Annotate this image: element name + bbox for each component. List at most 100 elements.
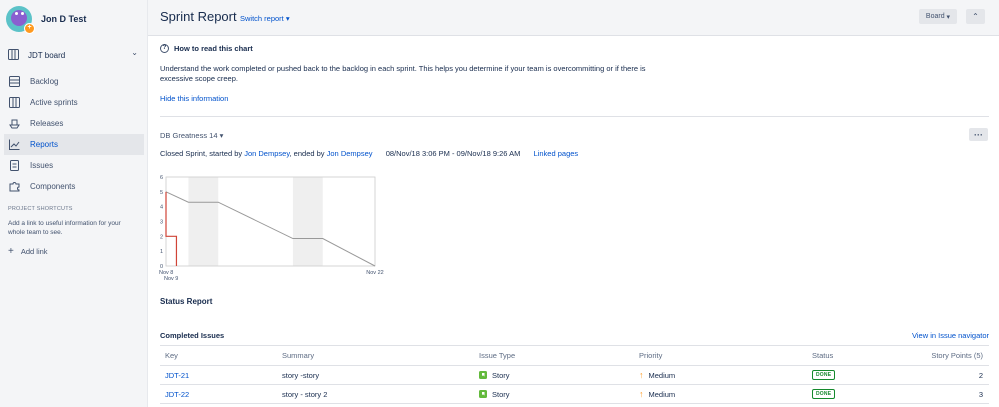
sidebar-item-label: Components (30, 182, 76, 191)
page-header: Sprint Report Switch report ▾ Board ▾ ⌃ (148, 0, 999, 36)
table-row[interactable]: JDT-21 story -story Story ↑ Medium DONE … (160, 366, 989, 385)
ended-by-link[interactable]: Jon Dempsey (327, 149, 373, 158)
divider (160, 116, 989, 117)
more-actions-button[interactable]: ··· (969, 128, 988, 141)
sprint-name: DB Greatness 14 (160, 131, 218, 140)
sidebar: + Jon D Test JDT board ⌄ Backlog Active … (0, 0, 148, 407)
issue-priority: ↑ Medium (639, 385, 675, 403)
started-by-link[interactable]: Jon Dempsey (244, 149, 289, 158)
column-header-priority[interactable]: Priority (639, 346, 662, 365)
board-selector[interactable]: JDT board ⌄ (8, 48, 140, 62)
add-link-button[interactable]: + Add link (8, 246, 48, 257)
puzzle-icon (9, 181, 20, 192)
sidebar-item-reports[interactable]: Reports (4, 134, 144, 155)
y-tick-label: 2 (160, 234, 163, 240)
chevron-down-icon: ⌄ (131, 48, 138, 57)
sidebar-item-releases[interactable]: Releases (4, 113, 144, 134)
switch-report-dropdown[interactable]: Switch report ▾ (240, 14, 290, 23)
sprint-meta: Closed Sprint, started by Jon Dempsey, e… (160, 149, 578, 158)
sidebar-item-label: Issues (30, 161, 54, 170)
sidebar-item-backlog[interactable]: Backlog (4, 71, 144, 92)
chart-icon (9, 139, 20, 150)
board-button[interactable]: Board ▾ (919, 9, 957, 24)
sidebar-item-label: Backlog (30, 77, 59, 86)
story-points: 2 (978, 370, 983, 380)
priority-medium-icon: ↑ (639, 370, 644, 380)
issue-key-link[interactable]: JDT-22 (165, 390, 189, 399)
question-icon: ? (160, 44, 169, 53)
burndown-chart: 0123456 Nov 8Nov 9Nov 22 (159, 175, 384, 282)
info-text: Understand the work completed or pushed … (160, 64, 646, 83)
sidebar-item-issues[interactable]: Issues (4, 155, 144, 176)
table-row[interactable]: JDT-22 story - story 2 Story ↑ Medium DO… (160, 385, 989, 404)
add-link-label: Add link (20, 247, 48, 256)
story-icon (479, 371, 487, 379)
backlog-icon (9, 76, 20, 87)
story-points: 3 (978, 389, 983, 399)
issue-priority: ↑ Medium (639, 366, 675, 384)
column-header-status[interactable]: Status (812, 346, 833, 365)
y-tick-label: 3 (160, 220, 163, 226)
project-profile[interactable]: + Jon D Test (6, 6, 86, 34)
status-badge: DONE (812, 389, 836, 399)
plus-icon: + (8, 246, 14, 257)
table-header: Key Summary Issue Type Priority Status S… (160, 345, 989, 366)
hide-info-link[interactable]: Hide this information (160, 94, 228, 103)
priority-label: Medium (648, 370, 676, 380)
y-tick-label: 5 (160, 190, 163, 196)
non-working-day-band (292, 177, 323, 266)
page-title: Sprint Report (160, 9, 237, 24)
sidebar-nav: Backlog Active sprints Releases Reports … (4, 71, 144, 197)
ellipsis-icon: ··· (974, 129, 983, 140)
chevron-down-icon: ▾ (285, 14, 290, 23)
sidebar-item-active-sprints[interactable]: Active sprints (4, 92, 144, 113)
y-tick-label: 6 (160, 175, 163, 181)
column-header-key[interactable]: Key (165, 346, 178, 365)
ship-icon (9, 118, 20, 129)
issue-key-link[interactable]: JDT-21 (165, 371, 189, 380)
sidebar-item-label: Reports (30, 140, 59, 149)
completed-issues-title: Completed Issues (160, 331, 225, 340)
caret-down-icon: ▾ (944, 13, 951, 21)
shortcuts-description: Add a link to useful information for you… (8, 220, 121, 236)
info-panel: ? How to read this chart Understand the … (160, 44, 680, 83)
avatar: + (6, 6, 35, 34)
x-tick-label: Nov 22 (366, 270, 383, 276)
switch-report-label: Switch report (240, 14, 284, 23)
column-header-summary[interactable]: Summary (282, 346, 314, 365)
sprint-dates: 08/Nov/18 3:06 PM - 09/Nov/18 9:26 AM (385, 149, 521, 158)
board-button-label: Board (925, 13, 945, 20)
issues-icon (9, 160, 20, 171)
sidebar-item-label: Active sprints (30, 98, 78, 107)
priority-label: Medium (648, 389, 676, 399)
issue-type: Story (479, 366, 510, 384)
sprint-selector[interactable]: DB Greatness 14 ▾ (160, 131, 223, 140)
status-report-title: Status Report (160, 297, 213, 306)
issue-status: DONE (812, 385, 836, 403)
issue-type: Story (479, 385, 510, 403)
board-icon (8, 48, 19, 62)
badge-icon: + (24, 23, 35, 34)
collapse-button[interactable]: ⌃ (966, 9, 985, 24)
linked-pages-link[interactable]: Linked pages (534, 149, 579, 158)
issue-status: DONE (812, 366, 836, 384)
story-icon (479, 390, 487, 398)
view-in-issue-navigator-link[interactable]: View in Issue navigator (912, 331, 989, 340)
completed-work-line (165, 191, 178, 266)
chevron-up-double-icon: ⌃ (972, 12, 979, 21)
shortcuts-title: PROJECT SHORTCUTS (8, 206, 73, 212)
sidebar-item-label: Releases (30, 119, 64, 128)
info-title: ? How to read this chart (160, 44, 680, 53)
caret-down-icon: ▾ (219, 131, 224, 140)
issue-type-label: Story (492, 370, 510, 380)
info-title-text: How to read this chart (174, 44, 253, 53)
x-tick-label: Nov 9 (164, 276, 178, 282)
ended-by-prefix: , ended by (289, 149, 325, 158)
completed-issues-table: Key Summary Issue Type Priority Status S… (160, 345, 989, 404)
priority-medium-icon: ↑ (639, 389, 644, 399)
status-badge: DONE (812, 370, 836, 380)
column-header-story-points[interactable]: Story Points (5) (931, 346, 983, 365)
column-header-issue-type[interactable]: Issue Type (479, 346, 515, 365)
sprint-status: Closed Sprint, started by (160, 149, 243, 158)
sidebar-item-components[interactable]: Components (4, 176, 144, 197)
